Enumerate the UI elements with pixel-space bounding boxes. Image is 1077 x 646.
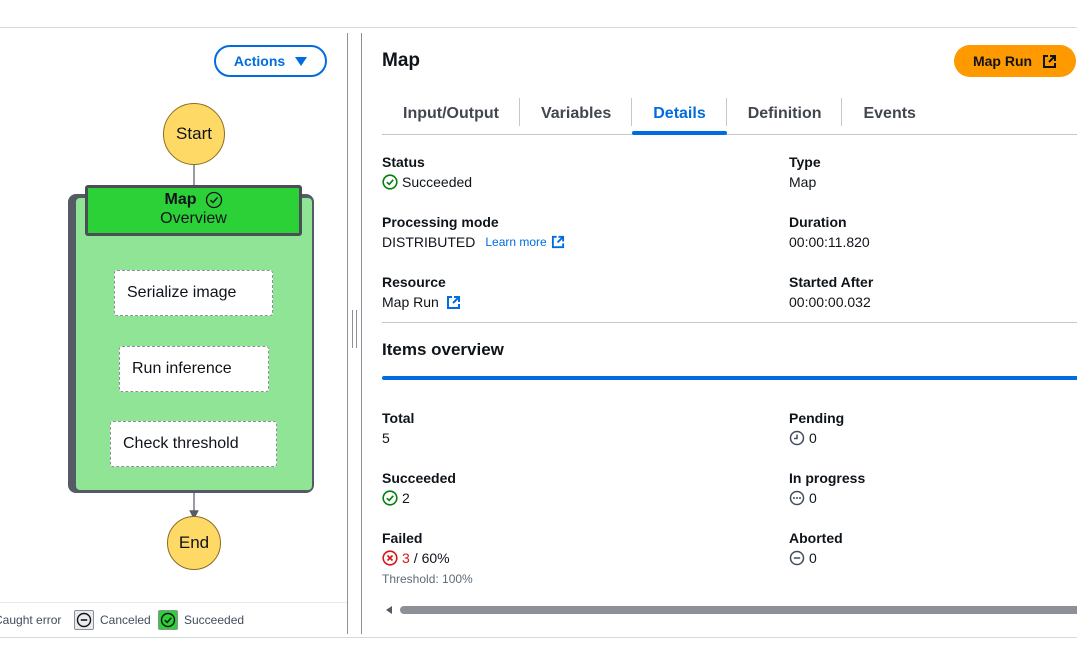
graph-legend: Caught error Canceled Succeeded	[0, 602, 348, 637]
in-progress-field: In progress 0	[789, 470, 865, 506]
task-serialize-image[interactable]: Serialize image	[114, 270, 273, 316]
learn-more-link[interactable]: Learn more	[485, 235, 564, 249]
in-progress-value: 0	[809, 490, 817, 506]
duration-label: Duration	[789, 214, 847, 230]
error-icon	[382, 550, 398, 566]
tab-events[interactable]: Events	[842, 94, 936, 134]
pane-resize-handle[interactable]	[352, 310, 357, 348]
minus-circle-icon	[789, 550, 805, 566]
tab-variables[interactable]: Variables	[520, 94, 633, 134]
status-label: Status	[382, 154, 425, 170]
map-node-header[interactable]: Map Overview	[85, 185, 302, 236]
processing-mode-field: Processing mode DISTRIBUTED Learn more	[382, 214, 565, 250]
ellipsis-circle-icon	[789, 490, 805, 506]
processing-mode-label: Processing mode	[382, 214, 499, 230]
task-label: Check threshold	[123, 435, 239, 452]
check-circle-icon	[205, 191, 223, 209]
legend-caught-error: Caught error	[0, 613, 62, 627]
resource-link[interactable]: Map Run	[382, 294, 461, 310]
aborted-value: 0	[809, 550, 817, 566]
task-label: Serialize image	[127, 284, 237, 301]
succeeded-label: Succeeded	[382, 470, 456, 486]
total-label: Total	[382, 410, 415, 426]
status-value: Succeeded	[402, 174, 473, 190]
map-node-title: Map	[164, 191, 197, 208]
failed-percent: / 60%	[413, 550, 450, 566]
end-label: End	[178, 533, 210, 552]
in-progress-label: In progress	[789, 470, 866, 486]
legend-canceled: Canceled	[74, 610, 151, 630]
section-divider	[382, 322, 1077, 323]
succeeded-field: Succeeded 2	[382, 470, 456, 506]
items-overview-title: Items overview	[382, 340, 504, 359]
end-node[interactable]: End	[167, 516, 221, 570]
duration-value: 00:00:11.820	[789, 234, 870, 250]
type-value: Map	[789, 174, 817, 190]
aborted-label: Aborted	[789, 530, 843, 546]
external-link-icon	[551, 235, 565, 249]
tab-details[interactable]: Details	[632, 94, 728, 135]
success-icon	[382, 174, 398, 190]
scrollbar-thumb[interactable]	[400, 606, 1077, 614]
graph-pane: Actions Start Map Overview Serialize ima…	[0, 28, 348, 637]
total-field: Total 5	[382, 410, 414, 446]
task-check-threshold[interactable]: Check threshold	[110, 421, 277, 467]
canceled-icon	[74, 610, 94, 630]
pane-divider	[347, 33, 348, 634]
resource-field: Resource Map Run	[382, 274, 461, 310]
tab-input-output[interactable]: Input/Output	[382, 94, 520, 134]
details-pane: Map Map Run Input/Output Variables Detai…	[362, 28, 1077, 637]
horizontal-scrollbar[interactable]	[386, 605, 1077, 615]
panel-title: Map	[382, 50, 420, 71]
duration-field: Duration 00:00:11.820	[789, 214, 870, 250]
start-node[interactable]: Start	[163, 103, 225, 165]
type-field: Type Map	[789, 154, 821, 190]
pending-label: Pending	[789, 410, 845, 426]
started-after-label: Started After	[789, 274, 874, 290]
detail-tabs: Input/Output Variables Details Definitio…	[382, 94, 1077, 135]
resource-label: Resource	[382, 274, 446, 290]
clock-icon	[789, 430, 805, 446]
resource-value: Map Run	[382, 294, 439, 310]
task-run-inference[interactable]: Run inference	[119, 346, 269, 392]
task-label: Run inference	[132, 360, 232, 377]
status-field: Status Succeeded	[382, 154, 472, 190]
total-value: 5	[382, 430, 390, 446]
success-icon	[382, 490, 398, 506]
pending-field: Pending 0	[789, 410, 844, 446]
succeeded-value: 2	[402, 490, 410, 506]
legend-succeeded: Succeeded	[158, 610, 244, 630]
pending-value: 0	[809, 430, 817, 446]
bottom-border	[0, 637, 1077, 638]
map-run-label: Map Run	[972, 53, 1033, 69]
map-run-button[interactable]: Map Run	[954, 45, 1076, 77]
type-label: Type	[789, 154, 821, 170]
state-graph: Start Map Overview Serialize image Run i…	[0, 28, 348, 603]
started-after-field: Started After 00:00:00.032	[789, 274, 873, 310]
external-link-icon	[1042, 54, 1057, 69]
failed-value: 3	[402, 550, 410, 566]
map-node-subtitle: Overview	[160, 210, 227, 227]
failed-label: Failed	[382, 530, 423, 546]
tab-definition[interactable]: Definition	[727, 94, 843, 134]
failed-field: Failed 3 / 60% Threshold: 100%	[382, 530, 473, 586]
succeeded-icon	[158, 610, 178, 630]
external-link-icon	[446, 295, 461, 310]
aborted-field: Aborted 0	[789, 530, 843, 566]
start-label: Start	[176, 124, 212, 143]
threshold-text: Threshold: 100%	[382, 572, 473, 586]
items-progress-bar	[382, 376, 1077, 380]
processing-mode-value: DISTRIBUTED	[382, 234, 476, 250]
scroll-left-arrow-icon[interactable]	[386, 606, 392, 614]
started-after-value: 00:00:00.032	[789, 294, 871, 310]
